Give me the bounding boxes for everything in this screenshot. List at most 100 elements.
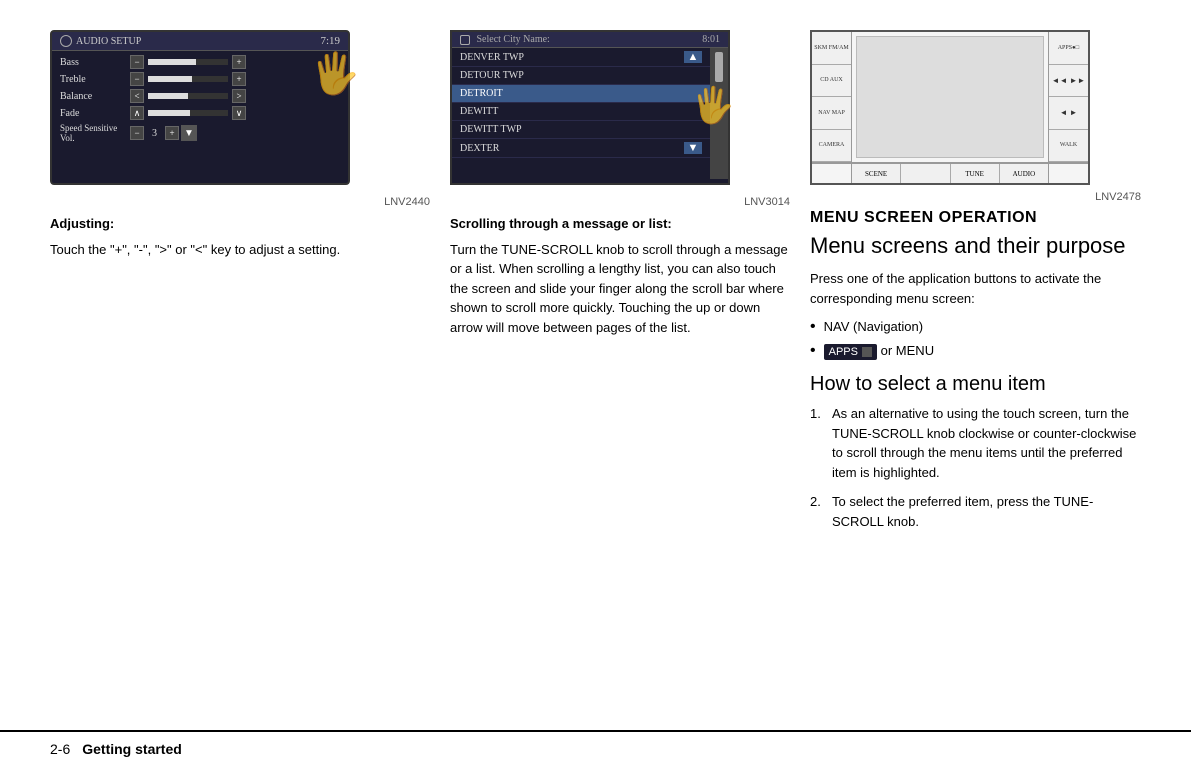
radio-btn-camera[interactable]: CAMERA <box>812 130 851 163</box>
figure-city: Select City Name: 8:01 DENVER TWP ▲ <box>450 30 790 190</box>
audio-icon: AUDIO SETUP <box>60 35 141 47</box>
audio-rows: Bass − + Treble <box>52 51 348 150</box>
radio-btn-cd[interactable]: CD AUX <box>812 65 851 98</box>
treble-controls: − + <box>130 72 246 86</box>
radio-bottom-audio[interactable]: AUDIO <box>1000 164 1048 183</box>
city-time: 8:01 <box>702 34 720 45</box>
balance-right[interactable]: > <box>232 89 246 103</box>
bullet-apps: • APPS or MENU <box>810 342 1141 360</box>
radio-display <box>856 36 1044 158</box>
radio-bottom-bar: SCENE TUNE AUDIO <box>812 163 1088 183</box>
radio-bottom-right <box>1048 164 1088 183</box>
balance-fill <box>148 93 188 99</box>
fig-caption-1: LNV2440 <box>50 196 430 208</box>
audio-time: 7:19 <box>320 35 340 47</box>
speed-plus[interactable]: + <box>165 126 179 140</box>
speed-minus[interactable]: − <box>130 126 144 140</box>
nav-bullet-text: NAV (Navigation) <box>824 319 923 334</box>
city-list: DENVER TWP ▲ DETOUR TWP DETROIT <box>452 48 710 179</box>
radio-btn-apps[interactable]: APPS●□ <box>1049 32 1088 65</box>
bass-slider <box>148 59 228 65</box>
apps-icon-square <box>862 347 872 357</box>
col2-text: Scrolling through a message or list: Tur… <box>450 214 790 337</box>
balance-slider <box>148 93 228 99</box>
fade-fill <box>148 110 190 116</box>
menu-screen-heading: MENU SCREEN OPERATION <box>810 209 1141 227</box>
adjusting-body: Touch the "+", "-", ">" or "<" key to ad… <box>50 240 430 260</box>
treble-slider <box>148 76 228 82</box>
city-row-dexter[interactable]: DEXTER ▼ <box>452 139 710 158</box>
radio-btn-nav[interactable]: NAV MAP <box>812 97 851 130</box>
radio-bottom-controls: SCENE TUNE AUDIO <box>852 164 1048 183</box>
city-title: Select City Name: <box>460 34 550 45</box>
radio-btn-prev-next[interactable]: ◄ ► <box>1049 97 1088 130</box>
radio-left-buttons: SKM FM/AM CD AUX NAV MAP CAMERA <box>812 32 852 162</box>
fade-label: Fade <box>60 108 130 119</box>
fade-down[interactable]: ∨ <box>232 106 246 120</box>
apps-or-menu: or MENU <box>881 343 934 358</box>
radio-bottom-tune[interactable]: TUNE <box>951 164 1000 183</box>
balance-label: Balance <box>60 91 130 102</box>
column-2: Select City Name: 8:01 DENVER TWP ▲ <box>430 30 790 541</box>
treble-plus[interactable]: + <box>232 72 246 86</box>
step-2-text: To select the preferred item, press the … <box>832 492 1141 531</box>
numbered-list: 1. As an alternative to using the touch … <box>810 404 1141 531</box>
treble-fill <box>148 76 192 82</box>
city-row-detroit[interactable]: DETROIT <box>452 85 710 103</box>
bass-controls: − + <box>130 55 246 69</box>
radio-bottom-knob[interactable] <box>901 164 950 183</box>
col3-content: MENU SCREEN OPERATION Menu screens and t… <box>810 209 1141 531</box>
fig-caption-3: LNV2478 <box>810 191 1141 203</box>
radio-btn-skm[interactable]: SKM FM/AM <box>812 32 851 65</box>
figure-radio: SKM FM/AM CD AUX NAV MAP CAMERA APPS●□ ◄… <box>810 30 1141 185</box>
bullet-dot-2: • <box>810 342 816 360</box>
audio-title: AUDIO SETUP <box>76 36 141 47</box>
balance-left[interactable]: < <box>130 89 144 103</box>
adjusting-heading: Adjusting: <box>50 216 114 231</box>
radio-bottom-scene[interactable]: SCENE <box>852 164 901 183</box>
num-2: 2. <box>810 492 832 512</box>
audio-row-speed: Speed Sensitive Vol. − 3 + ▼ <box>60 123 340 143</box>
intro-text: Press one of the application buttons to … <box>810 269 1141 308</box>
speed-value: 3 <box>152 128 157 139</box>
column-3: SKM FM/AM CD AUX NAV MAP CAMERA APPS●□ ◄… <box>790 30 1141 541</box>
bullet-dot-1: • <box>810 318 816 336</box>
city-row-dewitt-twp[interactable]: DEWITT TWP <box>452 121 710 139</box>
num-1: 1. <box>810 404 832 424</box>
scrolling-heading: Scrolling through a message or list: <box>450 216 672 231</box>
fig-caption-2: LNV3014 <box>450 196 790 208</box>
numbered-item-2: 2. To select the preferred item, press t… <box>810 492 1141 531</box>
speed-down-arrow[interactable]: ▼ <box>181 125 197 141</box>
bass-minus[interactable]: − <box>130 55 144 69</box>
radio-right-buttons: APPS●□ ◄◄ ►► ◄ ► WALK <box>1048 32 1088 162</box>
balance-controls: < > <box>130 89 246 103</box>
scroll-thumb <box>715 52 723 82</box>
menu-screens-subheading: Menu screens and their purpose <box>810 233 1141 259</box>
fade-up[interactable]: ∧ <box>130 106 144 120</box>
page: AUDIO SETUP 7:19 Bass − + <box>0 0 1191 766</box>
bass-plus[interactable]: + <box>232 55 246 69</box>
radio-btn-skip[interactable]: ◄◄ ►► <box>1049 65 1088 98</box>
treble-minus[interactable]: − <box>130 72 144 86</box>
scroll-down-arrow[interactable]: ▼ <box>684 142 702 154</box>
radio-bottom-left <box>812 164 852 183</box>
city-row-dewitt[interactable]: DEWITT <box>452 103 710 121</box>
city-row-denver[interactable]: DENVER TWP ▲ <box>452 48 710 67</box>
audio-row-fade: Fade ∧ ∨ <box>60 106 340 120</box>
fade-controls: ∧ ∨ <box>130 106 246 120</box>
scroll-up-arrow[interactable]: ▲ <box>684 51 702 63</box>
radio-btn-walk[interactable]: WALK <box>1049 130 1088 163</box>
treble-label: Treble <box>60 74 130 85</box>
column-1: AUDIO SETUP 7:19 Bass − + <box>50 30 430 541</box>
city-row-detour[interactable]: DETOUR TWP <box>452 67 710 85</box>
fade-slider <box>148 110 228 116</box>
page-number: 2-6 <box>50 741 70 757</box>
top-section: AUDIO SETUP 7:19 Bass − + <box>50 30 1141 541</box>
bass-fill <box>148 59 196 65</box>
audio-circle-icon <box>60 35 72 47</box>
col1-text: Adjusting: Touch the "+", "-", ">" or "<… <box>50 214 430 259</box>
bass-label: Bass <box>60 57 130 68</box>
speed-controls: − 3 + ▼ <box>130 125 197 141</box>
numbered-item-1: 1. As an alternative to using the touch … <box>810 404 1141 482</box>
page-section: Getting started <box>82 741 182 757</box>
